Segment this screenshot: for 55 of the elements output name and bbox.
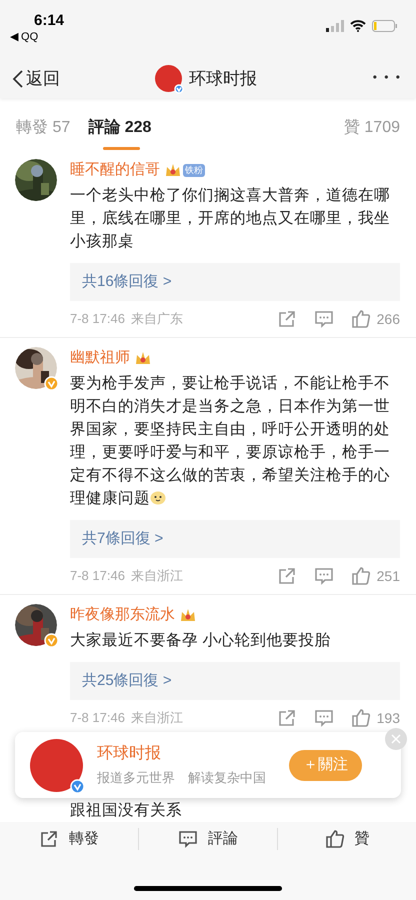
comment-time: 7-8 17:46 <box>70 709 125 728</box>
user-name[interactable]: 幽默祖师 <box>70 346 130 370</box>
more-button[interactable]: • • • <box>372 68 402 86</box>
account-name: 环球时报 <box>97 744 162 764</box>
thumbs-up-icon[interactable] <box>350 708 371 728</box>
crown-icon <box>134 350 152 366</box>
chevron-left-icon <box>12 69 24 89</box>
like-count: 266 <box>376 310 400 328</box>
verified-icon <box>174 84 184 94</box>
tab[interactable]: 轉發 57 <box>16 116 70 150</box>
comment-text: 跟祖国没有关系 <box>70 802 182 819</box>
comment-location: 来自浙江 <box>130 709 183 728</box>
share-icon[interactable] <box>276 309 297 329</box>
like-button[interactable]: 贊 <box>324 828 370 850</box>
comment-icon[interactable] <box>314 566 334 586</box>
crown-icon <box>179 607 197 623</box>
tab[interactable]: 評論 228 <box>88 116 152 150</box>
replies-link[interactable]: 共25條回復 > <box>70 662 400 700</box>
share-icon[interactable] <box>276 708 297 728</box>
comment-text: 大家最近不要备孕 小心轮到他要投胎 <box>70 631 332 651</box>
user-name[interactable]: 昨夜像那东流水 <box>70 604 175 626</box>
page-title: 环球时报 <box>189 68 257 90</box>
repost-button[interactable]: 轉發 <box>39 828 99 850</box>
account-slogan: 报道多元世界 解读复杂中国 <box>97 769 266 788</box>
user-name[interactable]: 睡不醒的信哥 <box>70 158 160 182</box>
follow-button[interactable]: ＋關注 <box>289 750 362 780</box>
replies-link[interactable]: 共16條回復 > <box>70 263 400 301</box>
share-icon <box>39 829 59 849</box>
status-time: 6:14 <box>34 11 64 31</box>
signal-icon <box>326 20 344 32</box>
comment-time: 7-8 17:46 <box>70 567 125 586</box>
battery-icon <box>372 20 398 32</box>
thumbs-up-icon <box>324 829 344 849</box>
like-count: 251 <box>376 566 400 586</box>
comment-icon[interactable] <box>314 309 334 329</box>
verified-icon <box>70 778 85 794</box>
comment-location: 来自广东 <box>130 310 183 328</box>
fan-badge: 铁粉 <box>183 164 205 176</box>
share-icon[interactable] <box>276 566 297 586</box>
comment-icon <box>178 829 198 849</box>
back-to-app-link[interactable]: ◀ QQ <box>10 29 38 46</box>
back-button[interactable]: 返回 <box>12 66 60 92</box>
comment-text: 要为枪手发声，要让枪手说话，不能让枪手不明不白的消失才是当务之急，日本作为第一世界国家，要坚持民主自由，呼吁公开透明的处理，更要呼吁爱与和平，要原谅枪手，枪手一定有不得不这么做的苦衷，希望关注枪手的心理健康问题 <box>70 374 391 509</box>
comment-button[interactable]: 評論 <box>178 828 238 850</box>
comment-location: 来自浙江 <box>130 567 183 586</box>
comment-text: 一个老头中枪了你们搁这喜大普奔，道德在哪里，底线在哪里，开席的地点又在哪里，我坐小孩那桌 <box>70 186 391 252</box>
crown-icon <box>164 162 182 178</box>
thumbs-up-icon[interactable] <box>350 566 371 586</box>
replies-link[interactable]: 共7條回復 > <box>70 520 400 558</box>
wifi-icon <box>350 20 366 32</box>
thumbs-up-icon[interactable] <box>350 309 371 329</box>
comment-icon[interactable] <box>314 708 334 728</box>
comment-time: 7-8 17:46 <box>70 310 125 328</box>
tab[interactable]: 贊 1709 <box>344 116 400 150</box>
like-count: 193 <box>376 708 400 728</box>
